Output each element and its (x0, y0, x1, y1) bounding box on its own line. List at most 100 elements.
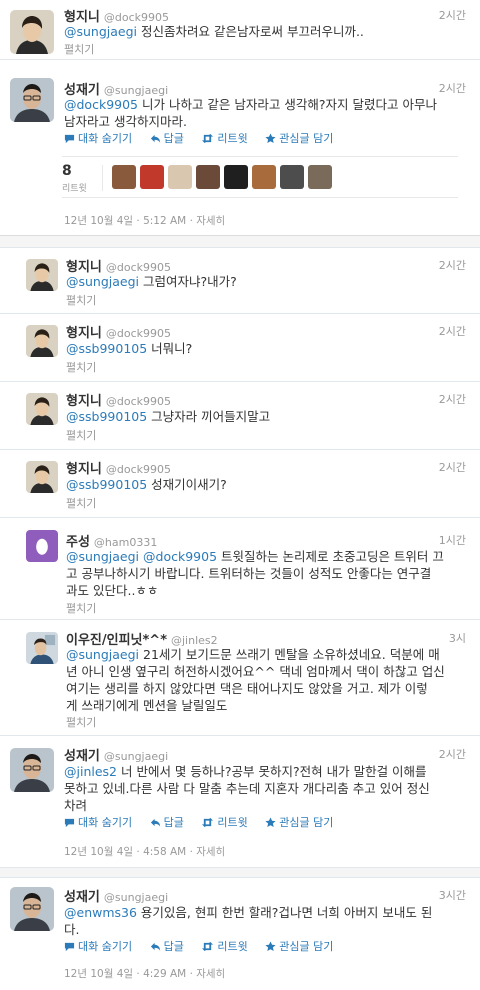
tweet-actions: 대화 숨기기 답글 리트윗 관심글 담기 (64, 814, 347, 831)
mention-link[interactable]: @ssb990105 (66, 409, 147, 424)
retweet-button[interactable]: 리트윗 (201, 938, 248, 954)
tweet-time[interactable]: 2시간 (439, 459, 466, 475)
tweet-author-handle[interactable]: @sungjaegi (104, 750, 168, 763)
expand-link[interactable]: 펼치기 (66, 292, 96, 308)
retweeter-avatar[interactable] (224, 165, 248, 189)
expand-link[interactable]: 펼치기 (66, 600, 96, 616)
retweeter-avatar[interactable] (196, 165, 220, 189)
avatar[interactable] (10, 78, 54, 122)
avatar[interactable] (26, 632, 58, 664)
tweet-time[interactable]: 2시간 (439, 746, 466, 762)
avatar[interactable] (26, 530, 58, 562)
tweet-text: @ssb990105 너뭐니? (66, 340, 466, 357)
tweet-time[interactable]: 3시간 (439, 887, 466, 903)
favorite-button[interactable]: 관심글 담기 (265, 130, 333, 146)
mention-link[interactable]: @sungjaegi (64, 24, 137, 39)
hide-conversation-button[interactable]: 대화 숨기기 (64, 938, 132, 954)
reply-button[interactable]: 답글 (150, 938, 184, 954)
mention-link[interactable]: @sungjaegi (66, 274, 139, 289)
mention-link[interactable]: @ssb990105 (66, 477, 147, 492)
tweet-body-line: 차려 (64, 798, 88, 813)
retweet-label: 리트윗 (217, 940, 248, 953)
tweet-item[interactable]: 형지니 @dock9905 2시간 @sungjaegi 그럼여자냐?내가? 펼치… (0, 248, 480, 314)
retweet-count[interactable]: 8 (62, 163, 72, 179)
tweet-time[interactable]: 2시간 (439, 7, 466, 23)
expand-link[interactable]: 펼치기 (66, 495, 96, 511)
tweet-time[interactable]: 2시간 (439, 323, 466, 339)
expand-link[interactable]: 펼치기 (64, 41, 94, 57)
retweet-arrows-icon (201, 817, 214, 828)
mention-link[interactable]: @dock9905 (64, 97, 138, 112)
tweet-time[interactable]: 2시간 (439, 80, 466, 96)
tweet-timestamp[interactable]: 12년 10월 4일 · 5:12 AM · 자세히 (64, 213, 225, 228)
avatar[interactable] (10, 887, 54, 931)
mention-link[interactable]: @jinles2 (64, 764, 117, 779)
expand-link[interactable]: 펼치기 (66, 714, 96, 730)
tweet-item[interactable]: 주성 @ham0331 1시간 @sungjaegi @dock9905 트윗질하… (0, 518, 480, 620)
mention-link[interactable]: @sungjaegi (66, 549, 139, 564)
tweet-item[interactable]: 이우진/인피닛*^* @jinles2 3시 @sungjaegi 21세기 보기… (0, 620, 480, 736)
avatar[interactable] (10, 10, 54, 54)
tweet-author-handle[interactable]: @dock9905 (106, 463, 171, 476)
tweet-text: @sungjaegi @dock9905 트윗질하는 논리제로 초중고딩은 트위… (66, 548, 470, 599)
tweet-author-name[interactable]: 성재기 (64, 749, 100, 764)
favorite-button[interactable]: 관심글 담기 (265, 814, 333, 830)
tweet-author-name[interactable]: 형지니 (66, 462, 102, 477)
reply-button[interactable]: 답글 (150, 130, 184, 146)
tweet-item[interactable]: 형지니 @dock9905 2시간 @ssb990105 성재기이새기? 펼치기 (0, 450, 480, 518)
retweet-button[interactable]: 리트윗 (201, 130, 248, 146)
tweet-body-line: 게 쓰래기에게 멘션을 날릴일도 (66, 698, 228, 713)
mention-link[interactable]: @ssb990105 (66, 341, 147, 356)
tweet-item-expanded[interactable]: 성재기 @sungjaegi 2시간 @dock9905 니가 나하고 같은 남자… (0, 60, 480, 236)
mention-link[interactable]: @enwms36 (64, 905, 137, 920)
tweet-item-expanded[interactable]: 성재기 @sungjaegi 2시간 @jinles2 너 반에서 몇 등하나?공… (0, 736, 480, 868)
expand-link[interactable]: 펼치기 (66, 359, 96, 375)
hide-conversation-button[interactable]: 대화 숨기기 (64, 130, 132, 146)
tweet-item[interactable]: 형지니 @dock9905 2시간 @ssb990105 그냥자라 끼어들지말고 … (0, 382, 480, 450)
tweet-author-handle[interactable]: @dock9905 (106, 395, 171, 408)
expand-link[interactable]: 펼치기 (66, 427, 96, 443)
mention-link[interactable]: @sungjaegi (66, 647, 139, 662)
tweet-body-line: 너 반에서 몇 등하나?공부 못하지?전혀 내가 말한걸 이해를 (117, 764, 427, 779)
tweet-author-name[interactable]: 성재기 (64, 890, 100, 905)
retweeter-avatar[interactable] (112, 165, 136, 189)
favorite-button[interactable]: 관심글 담기 (265, 938, 333, 954)
retweeter-avatar[interactable] (140, 165, 164, 189)
avatar[interactable] (26, 393, 58, 425)
retweeter-avatar[interactable] (308, 165, 332, 189)
tweet-item[interactable]: 형지니 @dock9905 2시간 @ssb990105 너뭐니? 펼치기 (0, 314, 480, 382)
tweet-timestamp[interactable]: 12년 10월 4일 · 4:29 AM · 자세히 (64, 966, 225, 981)
tweet-timestamp[interactable]: 12년 10월 4일 · 4:58 AM · 자세히 (64, 844, 225, 859)
tweet-author-name[interactable]: 형지니 (66, 326, 102, 341)
tweet-time[interactable]: 2시간 (439, 391, 466, 407)
mention-link[interactable]: @dock9905 (143, 549, 217, 564)
avatar[interactable] (26, 461, 58, 493)
tweet-body-line: 여기는 생리를 하지 않았다면 댁은 태어나지도 않았을 거고. 제가 이렇 (66, 681, 428, 696)
retweeter-avatar[interactable] (280, 165, 304, 189)
hide-label: 대화 숨기기 (78, 132, 133, 145)
avatar[interactable] (26, 325, 58, 357)
tweet-body-line: 용기있음, 현피 한번 할래?겁나면 너희 아버지 보내도 된 (136, 905, 433, 920)
avatar[interactable] (26, 259, 58, 291)
avatar[interactable] (10, 748, 54, 792)
tweet-time[interactable]: 2시간 (439, 257, 466, 273)
tweet-item-expanded[interactable]: 성재기 @sungjaegi 3시간 @enwms36 용기있음, 현피 한번 할… (0, 878, 480, 990)
tweet-author-handle[interactable]: @sungjaegi (104, 891, 168, 904)
tweet-author-handle[interactable]: @dock9905 (106, 327, 171, 340)
tweet-author-name[interactable]: 형지니 (66, 394, 102, 409)
divider (102, 165, 103, 191)
retweet-button[interactable]: 리트윗 (201, 814, 248, 830)
reply-button[interactable]: 답글 (150, 814, 184, 830)
young-man-photo-icon (10, 10, 54, 54)
retweeter-avatar[interactable] (252, 165, 276, 189)
retweeter-avatar[interactable] (168, 165, 192, 189)
reply-arrow-icon (150, 817, 161, 828)
man-with-glasses-photo-icon (10, 748, 54, 792)
hide-conversation-button[interactable]: 대화 숨기기 (64, 814, 132, 830)
tweet-text: @sungjaegi 21세기 보기드문 쓰래기 멘탈을 소유하셨네요. 덕분에… (66, 646, 470, 714)
tweet-time[interactable]: 3시 (449, 630, 466, 646)
tweet-time[interactable]: 1시간 (439, 532, 466, 548)
hide-label: 대화 숨기기 (78, 816, 133, 829)
young-man-photo-icon (26, 259, 58, 291)
tweet-item[interactable]: 형지니 @dock9905 2시간 @sungjaegi 정신좀차려요 같은남자로… (0, 0, 480, 60)
